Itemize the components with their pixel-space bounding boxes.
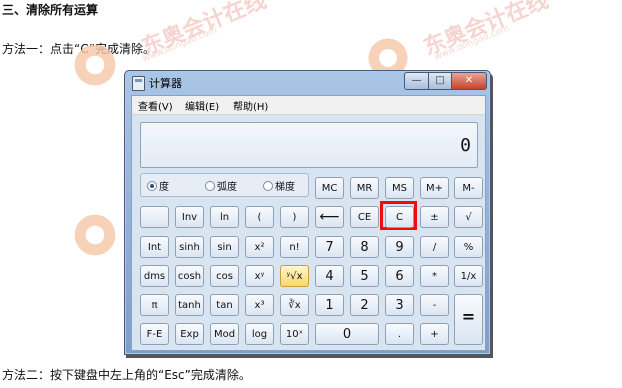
close-button[interactable]: ✕ (451, 72, 487, 90)
key-cube[interactable]: x³ (245, 294, 274, 316)
key-sqrt[interactable]: √ (454, 206, 483, 228)
key-2[interactable]: 2 (350, 294, 379, 316)
key-9[interactable]: 9 (385, 236, 414, 258)
radio-grads[interactable]: 梯度 (263, 178, 295, 193)
method-one-text: 方法一：点击“C”完成清除。 (2, 42, 156, 56)
key-5[interactable]: 5 (350, 265, 379, 287)
radio-selected-icon (147, 181, 157, 191)
key-1[interactable]: 1 (315, 294, 344, 316)
minimize-button[interactable]: — (404, 72, 429, 90)
key-4[interactable]: 4 (315, 265, 344, 287)
key-reciprocal[interactable]: 1/x (454, 265, 483, 287)
key-divide[interactable]: / (420, 236, 449, 258)
radio-radians[interactable]: 弧度 (205, 178, 237, 193)
key-blank[interactable] (140, 206, 169, 228)
key-ms[interactable]: MS (385, 177, 414, 199)
key-cos[interactable]: cos (210, 265, 239, 287)
key-minus[interactable]: - (420, 294, 449, 316)
radio-degrees[interactable]: 度 (147, 178, 169, 193)
key-6[interactable]: 6 (385, 265, 414, 287)
key-0[interactable]: 0 (315, 323, 379, 345)
radio-empty-icon (263, 181, 273, 191)
key-log[interactable]: log (245, 323, 274, 345)
key-7[interactable]: 7 (315, 236, 344, 258)
key-equals[interactable]: = (454, 294, 483, 345)
key-tan[interactable]: tan (210, 294, 239, 316)
key-f-e[interactable]: F-E (140, 323, 169, 345)
key-mr[interactable]: MR (350, 177, 379, 199)
radio-degrees-label: 度 (159, 182, 169, 193)
key-ten-power[interactable]: 10ˣ (280, 323, 309, 345)
key-close-paren[interactable]: ) (280, 206, 309, 228)
key-mc[interactable]: MC (315, 177, 344, 199)
key-percent[interactable]: % (454, 236, 483, 258)
menu-edit[interactable]: 编辑(E) (185, 98, 219, 113)
calculator-body: 查看(V) 编辑(E) 帮助(H) 0 度 弧度 梯度 MC MR MS M+ M- In… (131, 95, 486, 351)
document-heading: 三、清除所有运算 (2, 3, 99, 17)
key-tanh[interactable]: tanh (175, 294, 204, 316)
key-ce[interactable]: CE (350, 206, 379, 228)
key-m-[interactable]: M- (454, 177, 483, 199)
key-open-paren[interactable]: ( (245, 206, 274, 228)
key-c[interactable]: C (385, 206, 414, 228)
key-ln[interactable]: ln (210, 206, 239, 228)
key-decimal[interactable]: . (385, 323, 414, 345)
key-sign[interactable]: ± (420, 206, 449, 228)
calculator-icon (132, 76, 145, 91)
key-sinh[interactable]: sinh (175, 236, 204, 258)
key-exp[interactable]: Exp (175, 323, 204, 345)
key-cube-root[interactable]: ∛x (280, 294, 309, 316)
key-cosh[interactable]: cosh (175, 265, 204, 287)
radio-grads-label: 梯度 (275, 182, 295, 193)
key-mod[interactable]: Mod (210, 323, 239, 345)
key-m-[interactable]: M+ (420, 177, 449, 199)
title-bar[interactable]: 计算器 — □ ✕ (125, 71, 490, 93)
key-factorial[interactable]: n! (280, 236, 309, 258)
method-two-text: 方法二：按下键盘中左上角的“Esc”完成清除。 (2, 368, 251, 382)
key-3[interactable]: 3 (385, 294, 414, 316)
key-8[interactable]: 8 (350, 236, 379, 258)
key-inv[interactable]: Inv (175, 206, 204, 228)
key-int[interactable]: Int (140, 236, 169, 258)
display-value: 0 (460, 135, 471, 156)
maximize-button[interactable]: □ (428, 72, 452, 90)
key-sin[interactable]: sin (210, 236, 239, 258)
window-title: 计算器 (149, 77, 182, 90)
key-square[interactable]: x² (245, 236, 274, 258)
key-plus[interactable]: + (420, 323, 449, 345)
menu-help[interactable]: 帮助(H) (233, 98, 268, 113)
radio-empty-icon (205, 181, 215, 191)
key-power[interactable]: xʸ (245, 265, 274, 287)
angle-mode-group: 度 弧度 梯度 (140, 173, 309, 197)
menu-bar: 查看(V) 编辑(E) 帮助(H) (132, 96, 485, 115)
menu-view[interactable]: 查看(V) (138, 98, 173, 113)
calculator-window: 计算器 — □ ✕ 查看(V) 编辑(E) 帮助(H) 0 度 弧度 梯度 MC… (124, 70, 491, 355)
radio-radians-label: 弧度 (217, 182, 237, 193)
key-pi[interactable]: π (140, 294, 169, 316)
key-root[interactable]: ʸ√x (280, 265, 309, 287)
key-backspace[interactable]: ⟵ (315, 206, 344, 228)
key-dms[interactable]: dms (140, 265, 169, 287)
result-display: 0 (140, 122, 478, 168)
key-multiply[interactable]: * (420, 265, 449, 287)
